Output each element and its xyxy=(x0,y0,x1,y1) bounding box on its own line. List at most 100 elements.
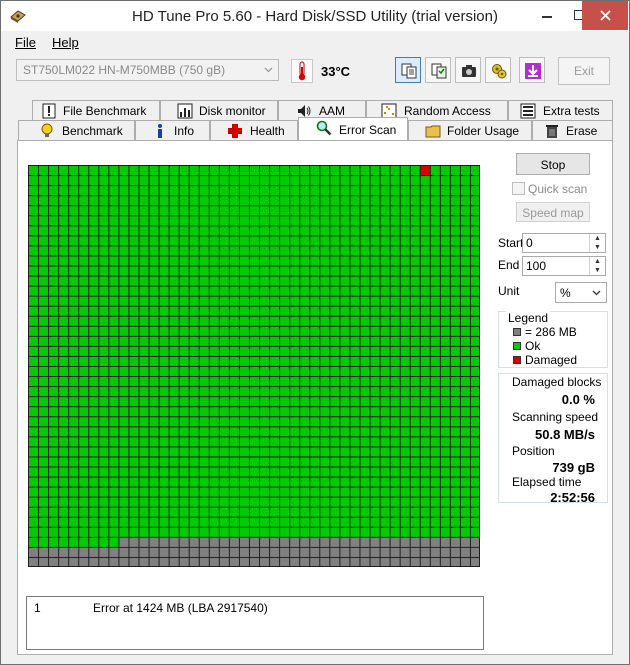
tab-health[interactable]: Health xyxy=(210,120,298,140)
scan-block-ok xyxy=(249,256,260,266)
scan-block-ok xyxy=(450,306,460,316)
scan-block-ok xyxy=(420,387,430,397)
scan-block-ok xyxy=(169,326,179,336)
scan-block-ok xyxy=(39,296,49,306)
scan-block-ok xyxy=(139,487,149,497)
scan-block-ok xyxy=(39,407,49,417)
scan-block-ok xyxy=(199,266,209,276)
scan-block-ok xyxy=(370,306,380,316)
scan-block-ok xyxy=(239,226,249,236)
scan-block-ok xyxy=(209,326,219,336)
scan-block-ok xyxy=(370,527,380,537)
scan-block-ok xyxy=(29,226,39,236)
screenshot-button[interactable] xyxy=(455,57,481,83)
scan-block-ok xyxy=(169,447,179,457)
list-item[interactable]: 1 Error at 1424 MB (LBA 2917540) xyxy=(27,601,483,617)
scan-block-ok xyxy=(470,246,479,256)
speed-map-button[interactable]: Speed map xyxy=(516,202,590,222)
scan-block-ok xyxy=(420,186,430,196)
scan-block-ok xyxy=(119,527,129,537)
scan-block-ok xyxy=(340,356,350,366)
tab-extra-tests[interactable]: Extra tests xyxy=(508,100,613,120)
scan-block-ok xyxy=(350,216,360,226)
scan-block-ok xyxy=(400,296,410,306)
end-spinner[interactable]: ▲ ▼ xyxy=(589,257,605,275)
scan-block-ok xyxy=(310,286,320,296)
scan-block-ok xyxy=(59,206,69,216)
scan-block-ok xyxy=(420,487,430,497)
tab-erase[interactable]: Erase xyxy=(532,120,613,140)
tab-benchmark[interactable]: Benchmark xyxy=(18,120,135,140)
scan-block-ok xyxy=(420,417,430,427)
scan-block-ok xyxy=(330,497,340,507)
spin-up-icon[interactable]: ▲ xyxy=(590,234,605,243)
scan-block-ok xyxy=(209,306,219,316)
tab-error-scan[interactable]: Error Scan xyxy=(298,117,408,140)
scan-block-ok xyxy=(79,497,89,507)
scan-block-ok xyxy=(450,467,460,477)
scan-block-ok xyxy=(350,256,360,266)
menu-file[interactable]: File xyxy=(15,35,36,50)
tab-info[interactable]: Info xyxy=(135,120,210,140)
scan-block-pending xyxy=(119,557,129,566)
quick-scan-checkbox[interactable] xyxy=(512,182,525,195)
scan-block-ok xyxy=(249,296,260,306)
scan-block-ok xyxy=(199,326,209,336)
scan-block-pending xyxy=(440,557,450,566)
scan-block-ok xyxy=(310,176,320,186)
scan-block-ok xyxy=(169,186,179,196)
tab-folder-usage[interactable]: Folder Usage xyxy=(408,120,532,140)
spin-down-icon[interactable]: ▼ xyxy=(590,243,605,252)
drive-select[interactable]: ST750LM022 HN-M750MBB (750 gB) xyxy=(16,59,279,81)
end-input[interactable]: 100 ▲ ▼ xyxy=(522,256,606,276)
scan-block-ok xyxy=(29,437,39,447)
tab-file-benchmark[interactable]: File Benchmark xyxy=(32,100,160,120)
scan-block-ok xyxy=(159,487,169,497)
scan-block-ok xyxy=(270,266,280,276)
scan-block-ok xyxy=(209,437,219,447)
scan-block-ok xyxy=(370,336,380,346)
scan-block-ok xyxy=(149,527,159,537)
scan-block-ok xyxy=(330,306,340,316)
error-log-list[interactable]: 1 Error at 1424 MB (LBA 2917540) xyxy=(26,596,484,650)
menu-bar: File Help xyxy=(1,31,629,53)
scan-block-ok xyxy=(300,467,310,477)
scan-block-ok xyxy=(219,206,229,216)
options-button[interactable] xyxy=(485,57,511,83)
scan-block-ok xyxy=(470,517,479,527)
scan-block-ok xyxy=(320,407,330,417)
scan-block-ok xyxy=(300,487,310,497)
unit-select[interactable]: % xyxy=(555,282,607,303)
close-button[interactable] xyxy=(582,1,628,30)
exit-button[interactable]: Exit xyxy=(558,57,610,85)
stop-button[interactable]: Stop xyxy=(516,153,590,175)
menu-help[interactable]: Help xyxy=(52,35,79,50)
scan-block-ok xyxy=(249,176,260,186)
start-spinner[interactable]: ▲ ▼ xyxy=(589,234,605,252)
start-input[interactable]: 0 ▲ ▼ xyxy=(522,233,606,253)
copy-all-button[interactable] xyxy=(425,57,451,83)
scan-block-ok xyxy=(29,296,39,306)
save-button[interactable] xyxy=(519,57,545,83)
scan-block-ok xyxy=(109,206,119,216)
scan-block-ok xyxy=(149,427,159,437)
scan-block-ok xyxy=(209,517,219,527)
scan-block-ok xyxy=(199,256,209,266)
minimize-button[interactable] xyxy=(531,1,563,30)
scan-block-ok xyxy=(99,276,109,286)
scan-block-ok xyxy=(320,356,330,366)
scan-block-ok xyxy=(420,276,430,286)
copy-text-button[interactable] xyxy=(395,57,421,83)
spin-down-icon[interactable]: ▼ xyxy=(590,266,605,275)
tab-disk-monitor[interactable]: Disk monitor xyxy=(160,100,278,120)
scan-block-ok xyxy=(199,457,209,467)
scan-block-ok xyxy=(400,186,410,196)
scan-block-ok xyxy=(149,286,159,296)
scan-block-ok xyxy=(360,507,370,517)
spin-up-icon[interactable]: ▲ xyxy=(590,257,605,266)
scan-block-ok xyxy=(89,467,99,477)
scan-block-ok xyxy=(320,527,330,537)
scan-block-ok xyxy=(79,487,89,497)
scanning-speed-value: 50.8 MB/s xyxy=(535,427,595,442)
scan-block-ok xyxy=(280,166,290,176)
